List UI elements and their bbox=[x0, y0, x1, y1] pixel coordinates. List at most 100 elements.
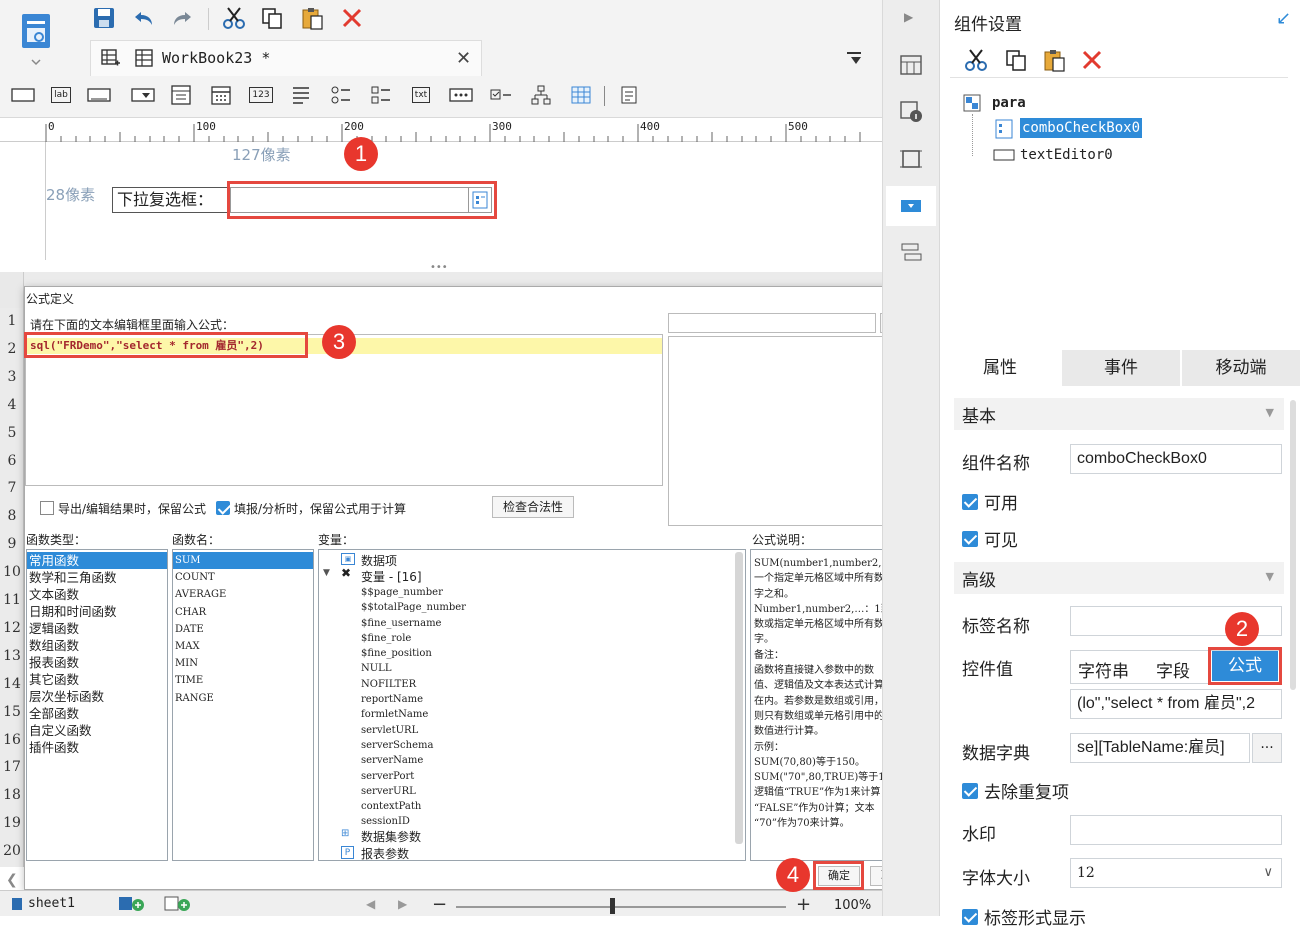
label-widget-icon[interactable] bbox=[10, 82, 36, 108]
func-name-item[interactable]: SUM bbox=[173, 552, 313, 570]
component-list-icon[interactable] bbox=[896, 238, 926, 268]
variable-tree[interactable]: ▣ 数据项 ▼ ✖ 变量 - [16] $$page_number $$total… bbox=[318, 549, 746, 861]
name-field[interactable]: comboCheckBox0 bbox=[1070, 444, 1282, 474]
app-menu-icon[interactable] bbox=[16, 8, 56, 68]
tab-mobile[interactable]: 移动端 bbox=[1182, 350, 1300, 386]
variable-item[interactable]: reportName bbox=[361, 692, 466, 707]
grid-add-icon[interactable] bbox=[98, 46, 122, 70]
radio-widget-icon[interactable] bbox=[328, 82, 354, 108]
row-number[interactable]: 1 bbox=[0, 308, 24, 334]
date-widget-icon[interactable] bbox=[208, 82, 234, 108]
row-number[interactable]: 8 bbox=[0, 503, 24, 529]
func-name-item[interactable]: COUNT bbox=[173, 569, 313, 586]
row-number[interactable]: 18 bbox=[0, 782, 24, 808]
paste-icon[interactable] bbox=[298, 4, 326, 32]
row-number[interactable]: 2 bbox=[0, 336, 24, 362]
func-type-item[interactable]: 逻辑函数 bbox=[27, 620, 167, 637]
func-type-item[interactable]: 数组函数 bbox=[27, 637, 167, 654]
form-widget-icon[interactable] bbox=[168, 82, 194, 108]
tree-widget-icon[interactable] bbox=[528, 82, 554, 108]
variable-item[interactable]: formletName bbox=[361, 707, 466, 722]
var-data-item[interactable]: 数据项 bbox=[361, 552, 397, 569]
row-number[interactable]: 3 bbox=[0, 364, 24, 390]
variable-item[interactable]: serverSchema bbox=[361, 738, 466, 753]
row-number[interactable]: 5 bbox=[0, 420, 24, 446]
row-number[interactable]: 14 bbox=[0, 671, 24, 697]
tab-properties[interactable]: 属性 bbox=[940, 350, 1060, 386]
variable-item[interactable]: contextPath bbox=[361, 799, 466, 814]
func-type-list[interactable]: 常用函数 数学和三角函数 文本函数 日期和时间函数 逻辑函数 数组函数 报表函数 其它函数 层次… bbox=[26, 549, 168, 861]
row-number[interactable]: 13 bbox=[0, 643, 24, 669]
dedupe-checkbox[interactable]: 去除重复项 bbox=[962, 778, 1069, 803]
panel-scrollbar[interactable] bbox=[1290, 400, 1296, 690]
visible-checkbox[interactable]: 可见 bbox=[962, 526, 1018, 551]
panel-paste-icon[interactable] bbox=[1040, 46, 1068, 74]
add-form-icon[interactable] bbox=[164, 896, 194, 912]
widget-info-icon[interactable] bbox=[896, 96, 926, 126]
text-widget-icon[interactable]: txt bbox=[408, 82, 434, 108]
section-basic[interactable]: 基本 ▼ bbox=[954, 398, 1284, 430]
var-report[interactable]: 报表参数 bbox=[361, 845, 409, 860]
variable-item[interactable]: NOFILTER bbox=[361, 677, 466, 692]
zoom-slider[interactable] bbox=[456, 906, 786, 908]
func-type-item[interactable]: 层次坐标函数 bbox=[27, 688, 167, 705]
variable-item[interactable]: NULL bbox=[361, 661, 466, 676]
panel-copy-icon[interactable] bbox=[1002, 46, 1030, 74]
func-name-item[interactable]: RANGE bbox=[173, 690, 313, 707]
textfield-widget-icon[interactable] bbox=[86, 82, 112, 108]
lab-widget-icon[interactable]: lab bbox=[48, 82, 74, 108]
row-number[interactable]: 10 bbox=[0, 559, 24, 585]
var-group[interactable]: 变量 - [16] bbox=[361, 568, 422, 585]
variable-item[interactable]: serverName bbox=[361, 753, 466, 768]
row-number[interactable]: 16 bbox=[0, 727, 24, 753]
tag-display-checkbox[interactable]: 标签形式显示 bbox=[962, 904, 1086, 929]
func-type-item[interactable]: 全部函数 bbox=[27, 705, 167, 722]
dropdown-widget-icon[interactable] bbox=[130, 82, 156, 108]
variable-item[interactable]: serverURL bbox=[361, 784, 466, 799]
copy-icon[interactable] bbox=[258, 4, 286, 32]
tab-events[interactable]: 事件 bbox=[1062, 350, 1180, 386]
value-mode-string[interactable]: 字符串 bbox=[1078, 657, 1129, 682]
value-mode-field[interactable]: 字段 bbox=[1156, 657, 1190, 682]
search-input[interactable] bbox=[668, 313, 876, 333]
next-page-icon[interactable]: ▶ bbox=[398, 897, 407, 911]
tree-root[interactable]: para bbox=[992, 95, 1026, 111]
func-type-item[interactable]: 其它函数 bbox=[27, 671, 167, 688]
func-type-item[interactable]: 自定义函数 bbox=[27, 722, 167, 739]
variable-item[interactable]: $fine_role bbox=[361, 631, 466, 646]
dict-field[interactable]: se][TableName:雇员] bbox=[1070, 733, 1250, 763]
row-number[interactable]: 7 bbox=[0, 475, 24, 501]
variable-item[interactable]: $fine_username bbox=[361, 616, 466, 631]
expand-arrow-icon[interactable]: ▶ bbox=[904, 10, 913, 24]
tree-item-combocheckbox[interactable]: comboCheckBox0 bbox=[1020, 118, 1143, 138]
func-name-item[interactable]: CHAR bbox=[173, 604, 313, 621]
section-advanced[interactable]: 高级 ▼ bbox=[954, 562, 1284, 594]
tab-close-icon[interactable]: ✕ bbox=[456, 48, 471, 69]
undo-icon[interactable] bbox=[130, 4, 158, 32]
more-widgets-icon[interactable] bbox=[620, 82, 646, 108]
zoom-slider-thumb[interactable] bbox=[610, 898, 615, 914]
row-number[interactable]: 4 bbox=[0, 392, 24, 418]
value-formula-field[interactable]: lo","select * from 雇员",2) bbox=[1070, 689, 1282, 719]
func-type-item[interactable]: 插件函数 bbox=[27, 739, 167, 756]
row-number[interactable]: 9 bbox=[0, 531, 24, 557]
func-type-item[interactable]: 报表函数 bbox=[27, 654, 167, 671]
number-widget-icon[interactable]: 123 bbox=[248, 82, 274, 108]
keep-formula-checkbox[interactable] bbox=[40, 501, 54, 515]
sheet-tab[interactable]: sheet1 bbox=[28, 896, 75, 911]
table-widget-icon[interactable] bbox=[568, 82, 594, 108]
check-validity-button[interactable]: 检查合法性 bbox=[492, 496, 574, 518]
frame-icon[interactable] bbox=[896, 144, 926, 174]
zoom-in-icon[interactable]: + bbox=[796, 894, 811, 915]
func-name-list[interactable]: SUM COUNT AVERAGE CHAR DATE MAX MIN TIME RANGE bbox=[172, 549, 314, 861]
variable-item[interactable]: $$page_number bbox=[361, 585, 466, 600]
panel-cut-icon[interactable] bbox=[962, 46, 990, 74]
func-name-item[interactable]: MIN bbox=[173, 655, 313, 672]
combo-label-widget[interactable]: 下拉复选框： bbox=[112, 187, 228, 213]
panel-delete-icon[interactable] bbox=[1078, 46, 1106, 74]
func-name-item[interactable]: DATE bbox=[173, 621, 313, 638]
row-number[interactable]: 19 bbox=[0, 810, 24, 836]
variable-item[interactable]: servletURL bbox=[361, 723, 466, 738]
func-type-item[interactable]: 日期和时间函数 bbox=[27, 603, 167, 620]
checkbox-widget-icon[interactable] bbox=[488, 82, 514, 108]
